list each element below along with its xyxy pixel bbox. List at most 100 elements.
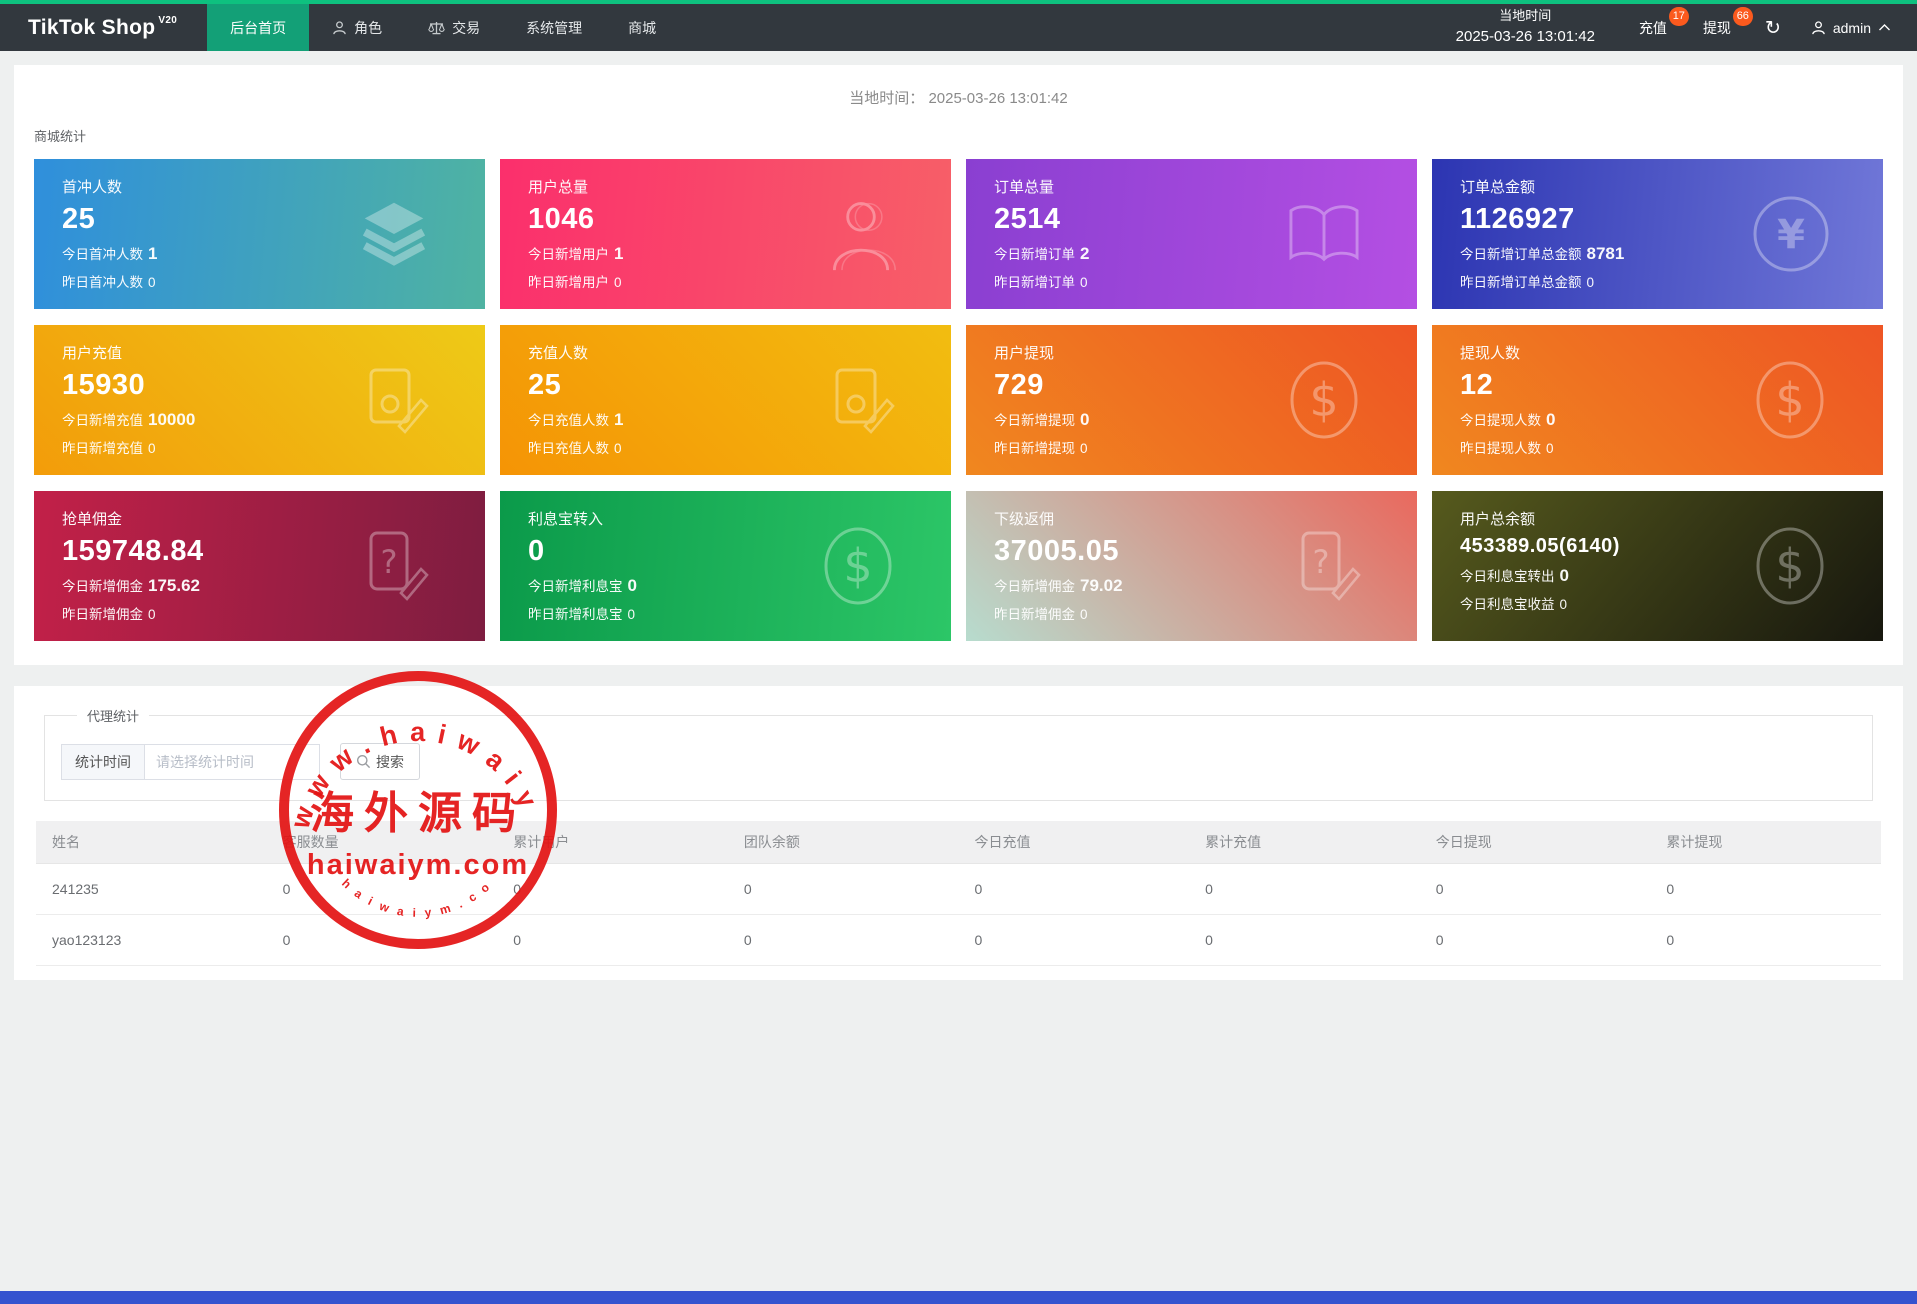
nav-item-label: 角色 — [354, 18, 382, 38]
person-icon — [332, 20, 347, 36]
svg-text:?: ? — [381, 543, 398, 581]
card-line-value: 1 — [614, 244, 623, 263]
nav-local-time: 当地时间 2025-03-26 13:01:42 — [1456, 7, 1595, 48]
card-line-label: 今日新增利息宝 — [528, 579, 623, 594]
table-row: 241235 0 0 0 0 0 0 0 — [36, 864, 1881, 915]
cell-value: 0 — [959, 915, 1190, 966]
card-line-label: 今日新增订单 — [994, 247, 1075, 262]
card-line-label: 今日新增佣金 — [62, 579, 143, 594]
card-line-value: 0 — [1080, 607, 1088, 622]
search-icon — [356, 754, 371, 769]
card-title: 下级返佣 — [994, 508, 1417, 529]
card-line-value: 8781 — [1587, 244, 1625, 263]
cell-value: 0 — [728, 864, 959, 915]
card-line-value: 0 — [148, 275, 156, 290]
brand-logo[interactable]: TikTok Shop V20 — [0, 4, 207, 51]
card-title: 订单总量 — [994, 176, 1417, 197]
nav-item-mall[interactable]: 商城 — [605, 4, 679, 51]
search-button[interactable]: 搜索 — [340, 743, 420, 780]
nav-item-roles[interactable]: 角色 — [309, 4, 405, 51]
card-line-value: 1 — [614, 410, 623, 429]
card-title: 用户充值 — [62, 342, 485, 363]
card-line-label: 昨日新增订单总金额 — [1460, 275, 1582, 290]
column-header-name: 姓名 — [36, 821, 267, 864]
user-icon — [823, 194, 899, 274]
withdraw-badge: 66 — [1733, 7, 1753, 26]
stat-card-recharge-users: 充值人数 25 今日充值人数1 昨日充值人数0 — [500, 325, 951, 475]
card-title: 抢单佣金 — [62, 508, 485, 529]
stat-time-input[interactable] — [144, 744, 320, 780]
nav-right: 当地时间 2025-03-26 13:01:42 充值 17 提现 66 ↻ a… — [1456, 4, 1917, 51]
note-pencil-icon — [827, 364, 899, 436]
card-line-value: 0 — [148, 607, 156, 622]
agent-legend: 代理统计 — [77, 706, 149, 725]
column-header-total-recharge: 累计充值 — [1189, 821, 1420, 864]
card-line-label: 今日新增充值 — [62, 413, 143, 428]
card-line-value: 0 — [1546, 410, 1555, 429]
stat-card-subordinate-rebate: 下级返佣 37005.05 今日新增佣金79.02 昨日新增佣金0 ? — [966, 491, 1417, 641]
card-line-label: 今日新增用户 — [528, 247, 609, 262]
card-line-label: 今日提现人数 — [1460, 413, 1541, 428]
svg-text:$: $ — [843, 539, 872, 593]
username: admin — [1833, 20, 1871, 36]
page-local-time-value: 2025-03-26 13:01:42 — [928, 90, 1067, 107]
recharge-button[interactable]: 充值 17 — [1621, 4, 1685, 51]
card-line-value: 0 — [1560, 597, 1568, 612]
layers-icon — [355, 198, 433, 270]
card-line-label: 昨日新增用户 — [528, 275, 609, 290]
card-line-value: 0 — [1546, 441, 1554, 456]
nav-item-dashboard[interactable]: 后台首页 — [207, 4, 309, 51]
note-pencil-icon — [361, 364, 433, 436]
card-line-value: 0 — [614, 275, 622, 290]
agent-table: 姓名 客服数量 累计用户 团队余额 今日充值 累计充值 今日提现 累计提现 24… — [36, 821, 1881, 966]
card-line-value: 2 — [1080, 244, 1089, 263]
user-menu[interactable]: admin — [1797, 20, 1917, 36]
card-line-label: 昨日新增佣金 — [994, 607, 1075, 622]
cell-value: 0 — [1189, 915, 1420, 966]
stat-card-order-commission: 抢单佣金 159748.84 今日新增佣金175.62 昨日新增佣金0 ? — [34, 491, 485, 641]
cell-value: 0 — [1650, 915, 1881, 966]
card-line-label: 今日利息宝收益 — [1460, 597, 1555, 612]
stat-card-user-withdraw: 用户提现 729 今日新增提现0 昨日新增提现0 $ — [966, 325, 1417, 475]
column-header-service-count: 客服数量 — [267, 821, 498, 864]
nav-item-system[interactable]: 系统管理 — [503, 4, 605, 51]
card-line-label: 今日新增佣金 — [994, 579, 1075, 594]
stats-section-title: 商城统计 — [34, 126, 1883, 145]
page-local-time-label: 当地时间： — [849, 90, 924, 107]
refresh-icon[interactable]: ↻ — [1749, 17, 1797, 39]
dollar-circle-icon: $ — [817, 525, 899, 607]
cell-name: 241235 — [36, 864, 267, 915]
card-line-value: 0 — [1587, 275, 1595, 290]
card-line-value: 0 — [1080, 410, 1089, 429]
withdraw-button[interactable]: 提现 66 — [1685, 4, 1749, 51]
card-line-label: 今日新增提现 — [994, 413, 1075, 428]
cell-value: 0 — [1650, 864, 1881, 915]
yen-circle-icon: ¥ — [1751, 194, 1831, 274]
brand-text: TikTok Shop — [28, 16, 155, 40]
cell-value: 0 — [1420, 864, 1651, 915]
card-line-value: 79.02 — [1080, 576, 1123, 595]
cell-value: 0 — [497, 864, 728, 915]
column-header-team-balance: 团队余额 — [728, 821, 959, 864]
card-line-label: 昨日充值人数 — [528, 441, 609, 456]
cell-name: yao123123 — [36, 915, 267, 966]
stat-card-user-recharge: 用户充值 15930 今日新增充值10000 昨日新增充值0 — [34, 325, 485, 475]
card-line-label: 昨日新增提现 — [994, 441, 1075, 456]
card-line-value: 175.62 — [148, 576, 200, 595]
cell-value: 0 — [267, 915, 498, 966]
brand-version: V20 — [158, 15, 177, 26]
svg-text:?: ? — [1313, 543, 1330, 581]
card-line-value: 0 — [628, 607, 636, 622]
stat-card-user-total-balance: 用户总余额 453389.05(6140) 今日利息宝转出0 今日利息宝收益0 … — [1432, 491, 1883, 641]
dollar-circle-icon: $ — [1749, 525, 1831, 607]
stats-panel: 当地时间： 2025-03-26 13:01:42 商城统计 首冲人数 25 今… — [14, 65, 1903, 665]
local-time-value: 2025-03-26 13:01:42 — [1456, 26, 1595, 48]
card-line-value: 0 — [1080, 275, 1088, 290]
cell-value: 0 — [267, 864, 498, 915]
cell-value: 0 — [728, 915, 959, 966]
withdraw-label: 提现 — [1703, 18, 1731, 38]
nav-item-transactions[interactable]: 交易 — [405, 4, 503, 51]
local-time-label: 当地时间 — [1456, 7, 1595, 26]
stat-card-withdraw-users: 提现人数 12 今日提现人数0 昨日提现人数0 $ — [1432, 325, 1883, 475]
person-icon — [1811, 20, 1826, 36]
